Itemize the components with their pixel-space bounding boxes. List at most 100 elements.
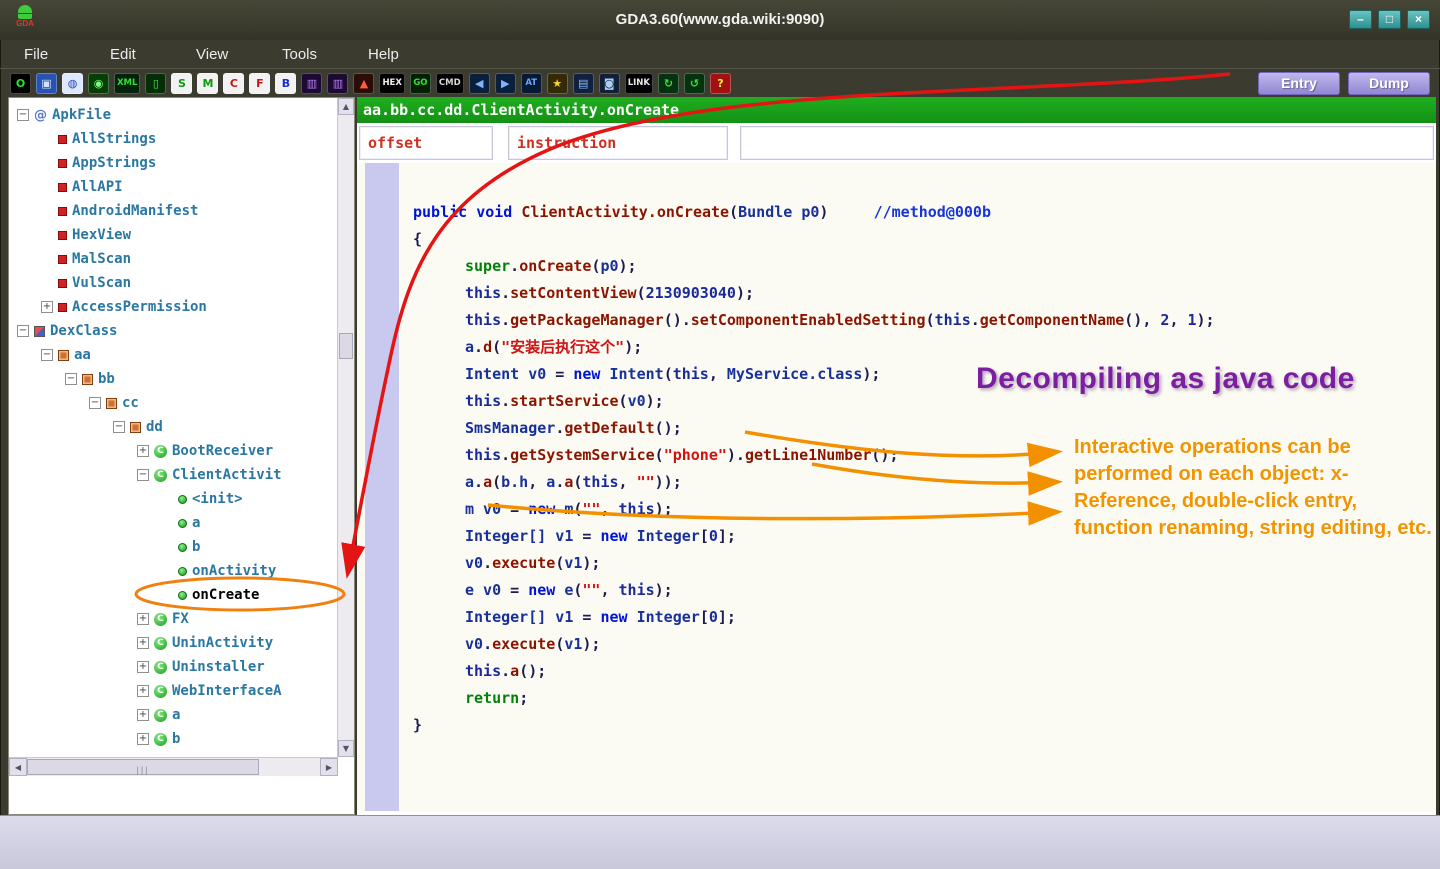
camera-icon[interactable]: ◙ [599,73,620,94]
back-icon[interactable]: ◀ [469,73,490,94]
collapse-icon[interactable]: − [17,325,29,337]
s-tool-icon[interactable]: S [171,73,192,94]
malware-icon[interactable]: ▥ [301,73,322,94]
tree-item-b[interactable]: b [9,535,337,559]
collapse-icon[interactable]: − [65,373,77,385]
tree-item-allstrings[interactable]: AllStrings [9,127,337,151]
code-line[interactable]: a.a(b.h, a.a(this, "")); [413,469,1436,496]
horizontal-scrollbar-thumb[interactable]: ||| [27,759,259,775]
entry-button[interactable]: Entry [1258,72,1340,95]
tree-item-hexview[interactable]: HexView [9,223,337,247]
tree-item-uninactivity[interactable]: +CUninActivity [9,631,337,655]
tree-horizontal-scrollbar[interactable]: ◀ ||| ▶ [9,757,338,776]
code-line[interactable]: Integer[] v1 = new Integer[0]; [413,523,1436,550]
vertical-scrollbar-thumb[interactable] [339,333,353,359]
menu-edit[interactable]: Edit [110,46,172,63]
offset-column-header[interactable]: offset [359,126,493,160]
code-line[interactable]: SmsManager.getDefault(); [413,415,1436,442]
signal-icon[interactable]: ▲ [353,73,374,94]
code-line[interactable]: this.setContentView(2130903040); [413,280,1436,307]
f-tool-icon[interactable]: F [249,73,270,94]
expand-icon[interactable]: + [137,685,149,697]
restore-button[interactable]: □ [1378,10,1401,29]
c-tool-icon[interactable]: C [223,73,244,94]
expand-icon[interactable]: + [137,445,149,457]
b-tool-icon[interactable]: B [275,73,296,94]
tree-item-dexclass[interactable]: −DexClass [9,319,337,343]
instruction-column-header[interactable]: instruction [508,126,728,160]
close-button[interactable]: × [1407,10,1430,29]
tree-item-allapi[interactable]: AllAPI [9,175,337,199]
link-icon[interactable]: LINK [625,73,653,94]
code-line[interactable]: m v0 = new m("", this); [413,496,1436,523]
code-line[interactable]: } [413,712,1436,739]
menu-file[interactable]: File [24,46,86,63]
tree-item-oncreate[interactable]: onCreate [9,583,337,607]
refresh-icon[interactable]: ↻ [658,73,679,94]
expand-icon[interactable]: + [137,733,149,745]
collapse-icon[interactable]: − [137,469,149,481]
tree-item-uninstaller[interactable]: +CUninstaller [9,655,337,679]
tree-item-malscan[interactable]: MalScan [9,247,337,271]
code-line[interactable]: this.getSystemService("phone").getLine1N… [413,442,1436,469]
tree-item-init[interactable]: <init> [9,487,337,511]
at-icon[interactable]: AT [521,73,542,94]
tree-item-cc[interactable]: −cc [9,391,337,415]
code-line[interactable]: v0.execute(v1); [413,631,1436,658]
expand-icon[interactable]: + [137,709,149,721]
strings-icon[interactable]: ◉ [88,73,109,94]
hex-icon[interactable]: HEX [379,73,404,94]
save-icon[interactable]: ▣ [36,73,57,94]
code-line[interactable]: public void ClientActivity.onCreate(Bund… [413,199,1436,226]
device-icon[interactable]: ▯ [145,73,166,94]
code-line[interactable]: this.startService(v0); [413,388,1436,415]
collapse-icon[interactable]: − [17,109,29,121]
code-line[interactable]: Integer[] v1 = new Integer[0]; [413,604,1436,631]
code-line[interactable]: e v0 = new e("", this); [413,577,1436,604]
tree-item-appstrings[interactable]: AppStrings [9,151,337,175]
expand-icon[interactable]: + [41,301,53,313]
minimize-button[interactable]: – [1349,10,1372,29]
code-line[interactable]: super.onCreate(p0); [413,253,1436,280]
forward-icon[interactable]: ▶ [495,73,516,94]
expand-icon[interactable]: + [137,661,149,673]
menu-help[interactable]: Help [368,46,430,63]
rotate-icon[interactable]: ↺ [684,73,705,94]
code-line[interactable]: return; [413,685,1436,712]
tree-item-aa[interactable]: −aa [9,343,337,367]
tree-vertical-scrollbar[interactable]: ▲ ▼ [337,98,354,757]
dump-button[interactable]: Dump [1348,72,1430,95]
tree-item-a[interactable]: a [9,511,337,535]
scroll-up-arrow-icon[interactable]: ▲ [338,98,354,115]
code-line[interactable]: this.a(); [413,658,1436,685]
star-icon[interactable]: ★ [547,73,568,94]
cmd-icon[interactable]: CMD [436,73,464,94]
tree-item-apkfile[interactable]: −@ApkFile [9,103,337,127]
go-icon[interactable]: GO [410,73,431,94]
tree-item-vulscan[interactable]: VulScan [9,271,337,295]
tree-item-bb[interactable]: −bb [9,367,337,391]
search-icon[interactable]: ◍ [62,73,83,94]
collapse-icon[interactable]: − [113,421,125,433]
tree-item-accesspermission[interactable]: +AccessPermission [9,295,337,319]
tree-item-androidmanifest[interactable]: AndroidManifest [9,199,337,223]
code-line[interactable]: v0.execute(v1); [413,550,1436,577]
tree-item-clientactivit[interactable]: −CClientActivit [9,463,337,487]
scroll-right-arrow-icon[interactable]: ▶ [320,758,338,776]
scroll-down-arrow-icon[interactable]: ▼ [338,740,354,757]
monitor-icon[interactable]: ▤ [573,73,594,94]
plugin-icon[interactable]: ▥ [327,73,348,94]
collapse-icon[interactable]: − [89,397,101,409]
menu-tools[interactable]: Tools [282,46,344,63]
code-line[interactable]: { [413,226,1436,253]
tree-item-webinterfacea[interactable]: +CWebInterfaceA [9,679,337,703]
xml-icon[interactable]: XML [114,73,140,94]
code-line[interactable]: this.getPackageManager().setComponentEna… [413,307,1436,334]
tree-item-onactivity[interactable]: onActivity [9,559,337,583]
open-icon[interactable]: O [10,73,31,94]
help-icon[interactable]: ? [710,73,731,94]
tree-item-bootreceiver[interactable]: +CBootReceiver [9,439,337,463]
menu-view[interactable]: View [196,46,258,63]
scroll-left-arrow-icon[interactable]: ◀ [9,758,27,776]
code-line[interactable]: a.d("安装后执行这个"); [413,334,1436,361]
